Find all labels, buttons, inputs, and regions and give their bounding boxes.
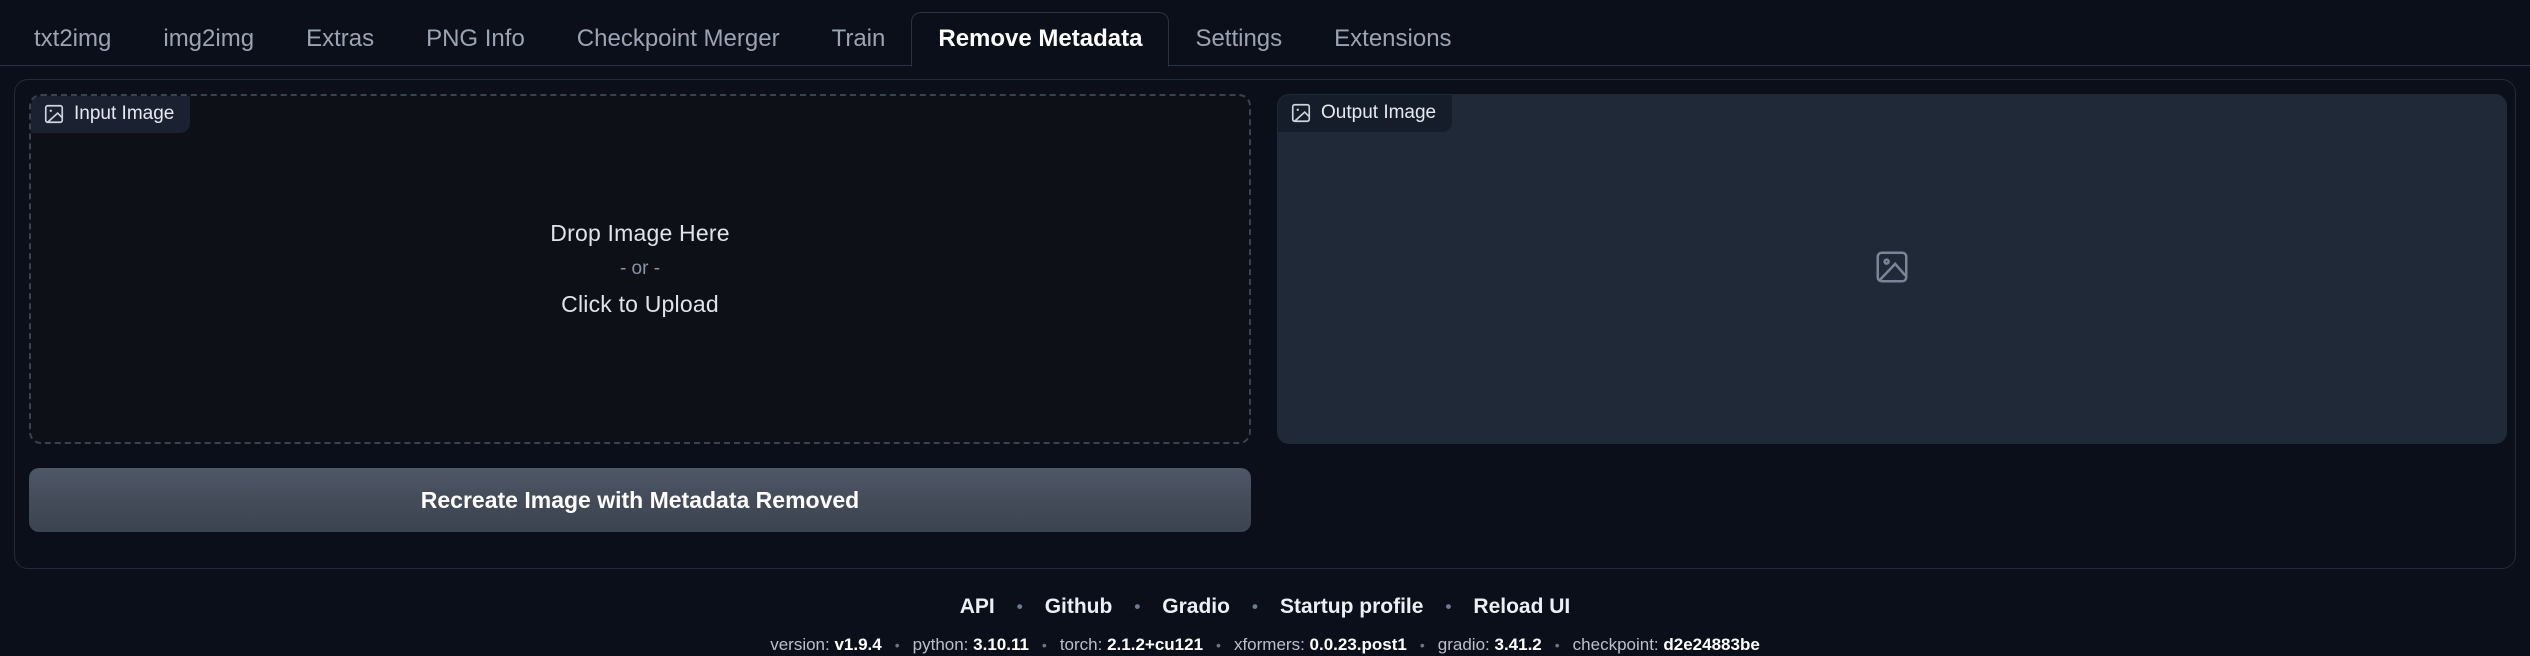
tab-bar: txt2img img2img Extras PNG Info Checkpoint M… (0, 0, 2530, 67)
footer-link-reload-ui[interactable]: Reload UI (1473, 595, 1570, 619)
version-key: torch: (1059, 635, 1103, 654)
footer-separator: • (1016, 597, 1023, 616)
tab-txt2img[interactable]: txt2img (8, 12, 137, 66)
version-item: version: v1.9.4 (770, 635, 882, 655)
footer-link-gradio[interactable]: Gradio (1162, 595, 1230, 619)
dropzone-upload-text[interactable]: Click to Upload (561, 291, 719, 318)
version-separator: • (1554, 637, 1560, 653)
tab-train[interactable]: Train (806, 12, 912, 66)
version-key: checkpoint: (1572, 635, 1659, 654)
version-separator: • (1041, 637, 1047, 653)
version-key: version: (770, 635, 830, 654)
version-separator: • (1419, 637, 1425, 653)
footer: API • Github • Gradio • Startup profile • Reload… (0, 595, 2530, 655)
version-value: 0.0.23.post1 (1309, 635, 1407, 654)
version-value: 3.10.11 (973, 635, 1029, 654)
version-value: d2e24883be (1663, 635, 1760, 654)
version-separator: • (1216, 637, 1221, 653)
tab-extras[interactable]: Extras (280, 12, 400, 66)
version-item: gradio: 3.41.2 (1438, 635, 1542, 655)
footer-separator: • (1251, 597, 1258, 616)
tab-extensions[interactable]: Extensions (1308, 12, 1477, 66)
output-image-label-text: Output Image (1321, 102, 1437, 123)
input-image-panel[interactable]: Input Image Drop Image Here - or - Click… (29, 94, 1251, 444)
footer-separator: • (1134, 597, 1141, 616)
footer-separator: • (1445, 597, 1452, 616)
output-image-panel[interactable]: Output Image (1277, 94, 2507, 444)
tab-checkpoint-merger[interactable]: Checkpoint Merger (551, 12, 806, 66)
recreate-image-button[interactable]: Recreate Image with Metadata Removed (29, 468, 1251, 532)
version-item: torch: 2.1.2+cu121 (1060, 635, 1203, 655)
output-column: Output Image (1277, 94, 2507, 444)
dropzone-or-text: - or - (619, 258, 661, 279)
image-icon (43, 103, 65, 125)
version-value: 3.41.2 (1494, 635, 1542, 654)
tab-remove-metadata[interactable]: Remove Metadata (911, 12, 1170, 67)
image-placeholder-icon (1873, 248, 1911, 291)
input-image-label-text: Input Image (74, 103, 175, 124)
image-dropzone[interactable]: Drop Image Here - or - Click to Upload (31, 96, 1249, 442)
remove-metadata-panel: Input Image Drop Image Here - or - Click… (14, 79, 2516, 569)
panels-row: Input Image Drop Image Here - or - Click… (29, 94, 2507, 532)
version-item: xformers: 0.0.23.post1 (1234, 635, 1407, 655)
footer-versions: version: v1.9.4 • python: 3.10.11 • torch: 2… (0, 635, 2530, 655)
image-icon (1290, 102, 1312, 124)
tab-img2img[interactable]: img2img (137, 12, 280, 66)
footer-link-startup-profile[interactable]: Startup profile (1280, 595, 1424, 619)
version-separator: • (894, 637, 900, 653)
footer-link-api[interactable]: API (960, 595, 995, 619)
input-column: Input Image Drop Image Here - or - Click… (29, 94, 1251, 532)
version-value: v1.9.4 (834, 635, 882, 654)
output-image-body (1278, 95, 2506, 443)
tab-png-info[interactable]: PNG Info (400, 12, 551, 66)
input-image-label: Input Image (31, 96, 191, 133)
tab-settings[interactable]: Settings (1169, 12, 1308, 66)
version-value: 2.1.2+cu121 (1107, 635, 1204, 654)
version-item: python: 3.10.11 (913, 635, 1029, 655)
version-key: xformers: (1233, 635, 1305, 654)
version-key: gradio: (1437, 635, 1490, 654)
output-image-label: Output Image (1278, 95, 1453, 132)
footer-links: API • Github • Gradio • Startup profile • Reload… (0, 595, 2530, 619)
footer-link-github[interactable]: Github (1045, 595, 1113, 619)
dropzone-primary-text: Drop Image Here (550, 220, 730, 246)
version-item: checkpoint: d2e24883be (1573, 635, 1760, 655)
version-key: python: (912, 635, 969, 654)
